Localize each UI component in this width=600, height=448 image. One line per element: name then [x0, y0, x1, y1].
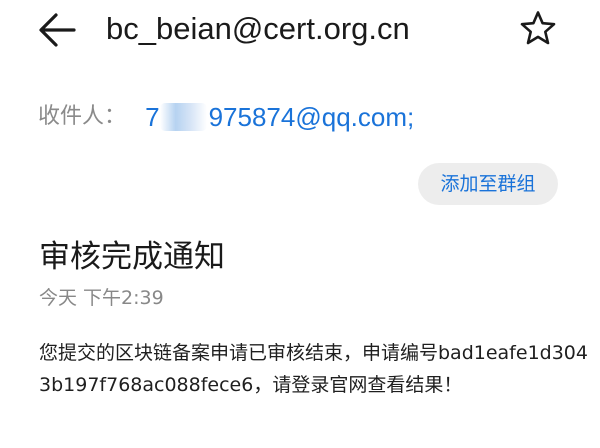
recipient-email-end: 975874@qq.com; [208, 102, 415, 132]
recipient-label: 收件人： [38, 104, 127, 129]
privacy-blur [160, 103, 208, 131]
add-to-group-button[interactable]: 添加至群组 [418, 163, 558, 205]
recipient-email-link[interactable]: 7 975874@qq.com; [145, 100, 414, 134]
email-body: 您提交的区块链备案申请已审核结束，申请编号bad1eafe1d3043b197f… [39, 342, 588, 396]
star-outline-icon [520, 11, 556, 45]
recipient-email-start: 7 [145, 102, 160, 132]
recipients-row: 收件人： 7 975874@qq.com; [38, 100, 414, 134]
sender-email-title: bc_beian@cert.org.cn [106, 11, 410, 46]
star-button[interactable] [518, 9, 558, 49]
email-subject: 审核完成通知 [39, 239, 225, 275]
arrow-left-icon [39, 13, 76, 47]
back-button[interactable] [36, 10, 78, 50]
email-header: bc_beian@cert.org.cn [0, 0, 600, 62]
email-time: 今天 下午2:39 [39, 287, 164, 309]
